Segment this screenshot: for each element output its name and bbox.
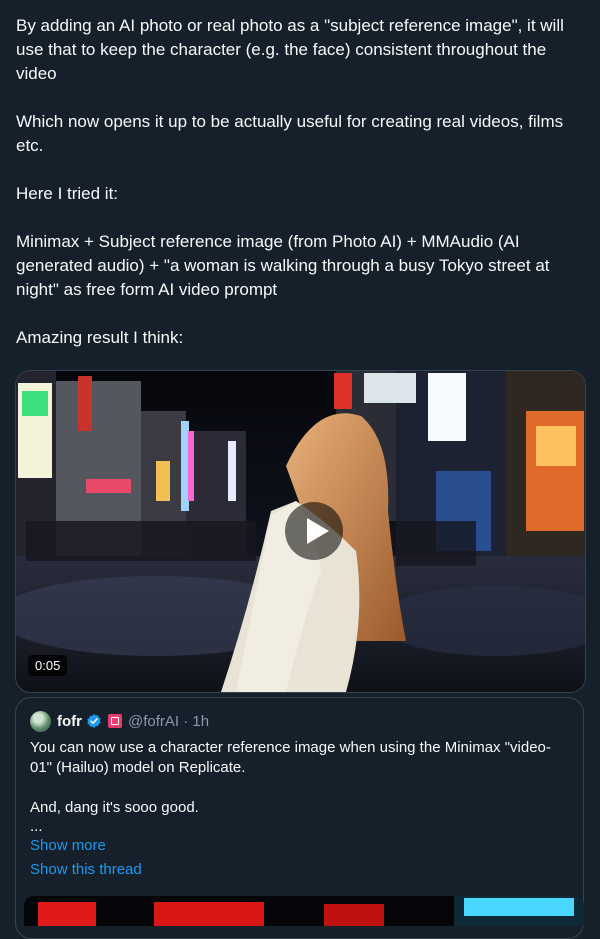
tweet-paragraph: Minimax + Subject reference image (from … [16, 232, 550, 299]
video-player[interactable] [15, 370, 586, 693]
show-more-link[interactable]: Show more [30, 837, 106, 854]
affiliate-badge-icon [108, 714, 122, 728]
quote-author-name[interactable]: fofr [57, 713, 82, 730]
avatar[interactable] [30, 710, 51, 732]
quote-media[interactable] [24, 896, 584, 926]
video-duration: 0:05 [28, 655, 68, 676]
play-icon[interactable] [285, 502, 343, 560]
tweet-paragraph: Amazing result I think: [16, 328, 184, 347]
tweet-paragraph: Here I tried it: [16, 184, 119, 203]
tweet-text: By adding an AI photo or real photo as a… [16, 14, 588, 374]
quote-paragraph: And, dang it's sooo good. [30, 799, 199, 816]
quote-header: fofr @fofrAI · 1h [30, 710, 209, 732]
verified-badge-icon [87, 714, 101, 728]
tweet-paragraph: Which now opens it up to be actually use… [16, 112, 564, 155]
quote-handle-time[interactable]: @fofrAI · 1h [128, 713, 209, 730]
quote-media-thumbnail [24, 896, 584, 926]
quote-ellipsis: ... [30, 818, 43, 835]
quote-paragraph: You can now use a character reference im… [30, 739, 551, 776]
show-thread-link[interactable]: Show this thread [30, 861, 142, 878]
quote-text: You can now use a character reference im… [30, 738, 570, 838]
tweet-paragraph: By adding an AI photo or real photo as a… [16, 16, 564, 83]
